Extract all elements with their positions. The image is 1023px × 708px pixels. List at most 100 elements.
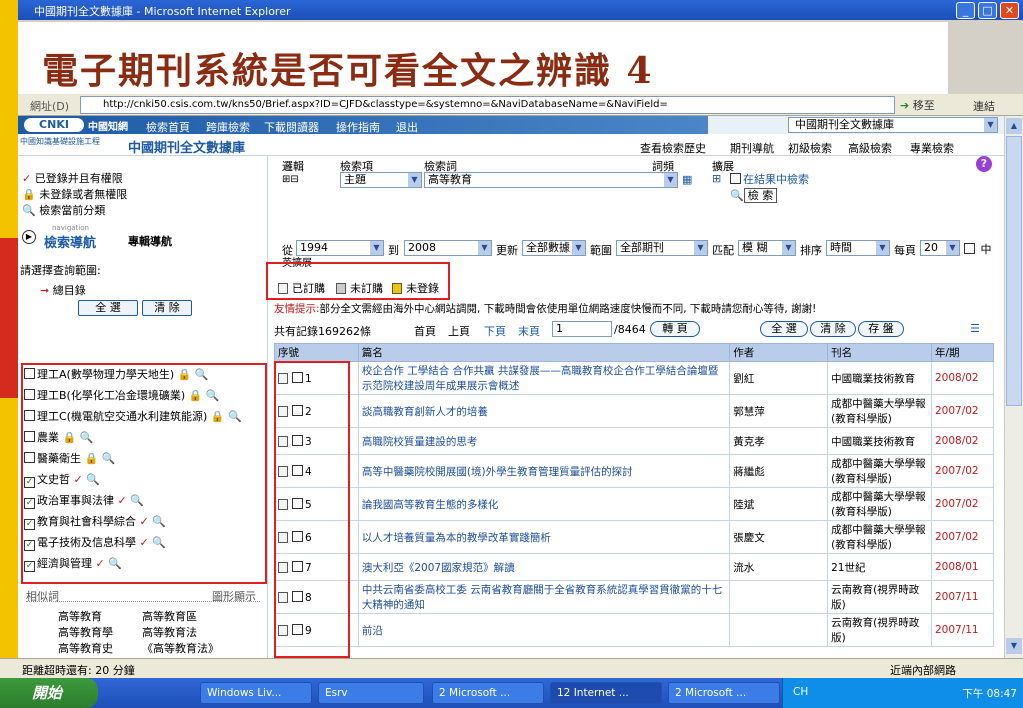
minimize-button[interactable]: _ [956, 2, 975, 19]
perpage-select[interactable]: 20 [920, 240, 960, 256]
page-total: /8464 [614, 323, 646, 336]
total-count: 共有記錄169262條 [274, 325, 371, 338]
close-button[interactable]: ✕ [1000, 2, 1019, 19]
row-title-link[interactable]: 高等中醫藥院校開展國(境)外學生教育管理質量評估的探討 [357, 454, 731, 488]
first-page-link[interactable]: 首頁 [414, 323, 436, 339]
related-term[interactable]: 高等教育法 [142, 624, 197, 640]
term-input[interactable]: 高等教育 [424, 172, 678, 188]
col-header-year[interactable]: 年/期 [930, 343, 995, 362]
row-journal: 中國職業技術教育 [827, 427, 932, 455]
tab-history[interactable]: 查看檢索歷史 [640, 140, 706, 156]
row-title-link[interactable]: 中共云南省委高校工委 云南省教育廳關于全省教育系統認真學習貫徹黨的十七大精神的通… [357, 580, 731, 614]
nav-title[interactable]: 檢索導航 [44, 232, 96, 251]
address-bar: 網址(D) http://cnki50.csis.com.tw/kns50/Br… [18, 94, 1023, 116]
related-term[interactable]: 高等教育史 [58, 640, 113, 656]
database-select[interactable]: 中國期刊全文數據庫 [788, 117, 998, 133]
save-button[interactable]: 存 盤 [858, 321, 904, 337]
related-term[interactable]: 高等教育區 [142, 608, 197, 624]
prev-page-link[interactable]: 上頁 [448, 323, 470, 339]
range-label: 範圍 [590, 244, 612, 257]
select-all-categories-button[interactable]: 全 選 [78, 300, 138, 316]
field-select[interactable]: 主題 [340, 172, 422, 188]
related-term[interactable]: 高等教育學 [58, 624, 113, 640]
root-category[interactable]: ➞ 總目錄 [40, 282, 86, 298]
row-title-link[interactable]: 論我國高等教育生態的多樣化 [357, 487, 731, 521]
scroll-up-icon[interactable]: ▲ [1006, 118, 1022, 134]
task-esrv[interactable]: Esrv [318, 682, 424, 704]
row-title-link[interactable]: 談高職教育創新人才的培養 [357, 394, 731, 428]
page-input[interactable]: 1 [552, 321, 612, 337]
legend-not-ordered-label: 未訂購 [350, 282, 383, 295]
scroll-down-icon[interactable]: ▼ [1006, 638, 1022, 654]
maximize-button[interactable]: □ [978, 2, 997, 19]
related-term[interactable]: 《高等教育法》 [142, 640, 219, 656]
address-input[interactable]: http://cnki50.csis.com.tw/kns50/Brief.as… [80, 96, 895, 114]
task-internet[interactable]: 12 Internet ... [550, 682, 662, 704]
graph-view-link[interactable]: 圖形顯示 [212, 588, 256, 604]
arrow-right-icon: ➞ [40, 284, 50, 297]
lang-checkbox[interactable] [964, 243, 975, 254]
related-term[interactable]: 高等教育 [58, 608, 102, 624]
in-results-option[interactable]: 在結果中檢索 [730, 171, 809, 187]
links-label[interactable]: 連結 [973, 98, 995, 114]
row-author: 陸斌 [729, 487, 829, 521]
task-microsoft-2[interactable]: 2 Microsoft ... [668, 682, 780, 704]
next-page-link[interactable]: 下頁 [484, 323, 506, 339]
nav-guide[interactable]: 操作指南 [336, 119, 380, 135]
tab-journal-nav[interactable]: 期刊導航 [730, 140, 774, 156]
nav-panel-header: ▶ navigation 檢索導航 專輯導航 [22, 224, 262, 251]
match-select[interactable]: 模 糊 [738, 240, 796, 256]
row-title-link[interactable]: 以人才培養質量為本的教學改革實踐簡析 [357, 520, 731, 554]
row-journal: 云南教育(視界時政版) [827, 613, 932, 647]
plus-minus-icon[interactable]: ⊞⊟ [282, 174, 299, 185]
results-table-body: 1 校企合作 工學結合 合作共贏 共謀發展——高職教育校企合作工學結合論壇暨示范院… [274, 361, 995, 647]
scroll-thumb[interactable] [1006, 136, 1022, 406]
select-all-button[interactable]: 全 選 [760, 321, 808, 337]
task-windows-live[interactable]: Windows Liv... [200, 682, 312, 704]
go-button[interactable]: ➔ 移至 [900, 97, 970, 113]
nav-sub[interactable]: 專輯導航 [128, 233, 172, 249]
last-page-link[interactable]: 末頁 [518, 323, 540, 339]
row-title-link[interactable]: 前沿 [357, 613, 731, 647]
row-author: 蔣繼彪 [729, 454, 829, 488]
vertical-scrollbar[interactable]: ▲ ▼ [1004, 116, 1023, 658]
nav-exit[interactable]: 退出 [396, 119, 418, 135]
tab-basic-search[interactable]: 初級檢索 [788, 140, 832, 156]
row-title-link[interactable]: 澳大利亞《2007國家規范》解讀 [357, 553, 731, 581]
nav-reader[interactable]: 下載閱讀器 [264, 119, 319, 135]
input-language[interactable]: CH [793, 686, 808, 698]
col-header-journal[interactable]: 刊名 [827, 343, 932, 362]
list-view-icon[interactable]: ☰ [970, 322, 980, 335]
clear-button[interactable]: 清 除 [810, 321, 856, 337]
range-select[interactable]: 全部期刊 [616, 240, 708, 256]
goto-page-button[interactable]: 轉 頁 [650, 321, 700, 337]
update-select[interactable]: 全部數據 [522, 240, 586, 256]
legend-not-logged-label: 未登錄 [406, 282, 439, 295]
row-journal: 成都中醫藥大學學報(教育科學版) [827, 487, 932, 521]
table-row: 2 談高職教育創新人才的培養 郭慧萍 成都中醫藥大學學報(教育科學版) 2007/02 [274, 394, 995, 428]
help-icon[interactable]: ? [976, 156, 992, 172]
session-timeout: 距離超時還有: 20 分鐘 [22, 664, 135, 677]
start-button[interactable]: 開始 [0, 678, 98, 708]
nav-home[interactable]: 檢索首頁 [146, 119, 190, 135]
in-results-checkbox[interactable] [730, 173, 741, 184]
legend-ordered: 已訂購 [278, 280, 325, 296]
to-year-select[interactable]: 2008 [404, 240, 492, 256]
row-year: 2008/02 [930, 427, 995, 455]
row-title-link[interactable]: 校企合作 工學結合 合作共贏 共謀發展——高職教育校企合作工學結合論壇暨示范院校… [357, 361, 731, 395]
row-year: 2007/02 [930, 520, 995, 554]
col-header-title[interactable]: 篇名 [357, 343, 731, 362]
col-header-no[interactable]: 序號 [274, 343, 359, 362]
lang-option[interactable]: 中 [964, 241, 992, 257]
sort-select[interactable]: 時間 [826, 240, 890, 256]
freq-icon[interactable]: ▦ [682, 173, 692, 186]
expand-icon[interactable]: ⊞ [712, 172, 721, 185]
nav-cross-db[interactable]: 跨庫檢索 [206, 119, 250, 135]
search-button[interactable]: 🔍 檢 索 [730, 187, 778, 203]
clear-categories-button[interactable]: 清 除 [142, 300, 192, 316]
col-header-author[interactable]: 作者 [729, 343, 829, 362]
task-microsoft-1[interactable]: 2 Microsoft ... [432, 682, 544, 704]
row-title-link[interactable]: 高職院校質量建設的思考 [357, 427, 731, 455]
tab-advanced-search[interactable]: 高級檢索 [848, 140, 892, 156]
tab-pro-search[interactable]: 專業檢索 [910, 140, 954, 156]
